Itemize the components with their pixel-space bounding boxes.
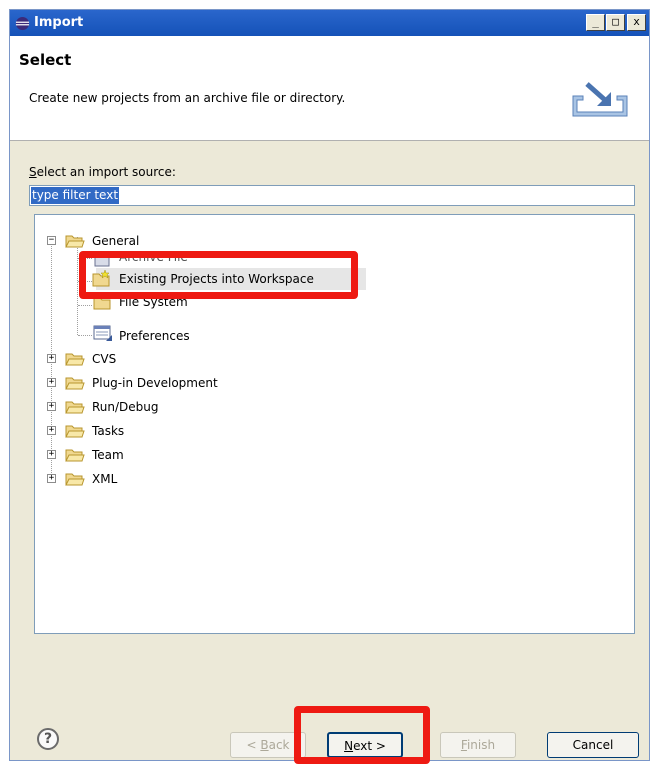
tree-node-cvs[interactable]: CVS: [92, 348, 116, 370]
wizard-header: Select Create new projects from an archi…: [10, 36, 649, 141]
title-bar[interactable]: Import _ □ x: [10, 10, 649, 36]
folder-icon: [65, 449, 85, 462]
back-rest: ack: [268, 738, 290, 752]
expand-toggle[interactable]: +: [47, 402, 56, 411]
label-rest: elect an import source:: [36, 165, 176, 179]
import-dialog: Import _ □ x Select Create new projects …: [9, 9, 650, 761]
maximize-button[interactable]: □: [606, 14, 625, 31]
close-button[interactable]: x: [627, 14, 646, 31]
filter-input[interactable]: type filter text: [29, 185, 635, 206]
folder-icon: [65, 377, 85, 390]
folder-icon: [65, 235, 85, 248]
tree-node-team[interactable]: Team: [92, 444, 124, 466]
tree-node-xml[interactable]: XML: [92, 468, 117, 490]
folder-icon: [65, 353, 85, 366]
finish-button: Finish: [440, 732, 516, 758]
collapse-toggle[interactable]: −: [47, 236, 56, 245]
tree-node-plugin-development[interactable]: Plug-in Development: [92, 372, 218, 394]
back-prefix: <: [246, 738, 261, 752]
help-icon[interactable]: ?: [37, 728, 59, 750]
back-mnemonic: B: [260, 738, 269, 752]
highlight-next-button: [294, 706, 430, 764]
tree-node-preferences[interactable]: Preferences: [119, 325, 190, 347]
page-title: Select: [19, 51, 72, 69]
preferences-icon: [93, 325, 112, 341]
tree-line: [77, 237, 78, 335]
expand-toggle[interactable]: +: [47, 354, 56, 363]
eclipse-icon: [15, 16, 30, 31]
finish-rest: inish: [466, 738, 496, 752]
folder-icon: [65, 401, 85, 414]
highlight-existing-projects: [79, 251, 358, 299]
tree-node-tasks[interactable]: Tasks: [92, 420, 124, 442]
folder-icon: [65, 425, 85, 438]
expand-toggle[interactable]: +: [47, 474, 56, 483]
expand-toggle[interactable]: +: [47, 426, 56, 435]
tree-node-run-debug[interactable]: Run/Debug: [92, 396, 159, 418]
page-description: Create new projects from an archive file…: [29, 91, 346, 105]
label-mnemonic: S: [29, 165, 37, 179]
tree-line: [78, 305, 92, 306]
import-source-label: Select an import source:: [29, 165, 176, 179]
import-wizard-icon: [572, 82, 628, 117]
expand-toggle[interactable]: +: [47, 450, 56, 459]
cancel-button[interactable]: Cancel: [547, 732, 639, 758]
tree-line: [78, 335, 92, 336]
expand-toggle[interactable]: +: [47, 378, 56, 387]
filter-text: type filter text: [31, 187, 120, 204]
window-title: Import: [34, 15, 84, 30]
minimize-button[interactable]: _: [586, 14, 605, 31]
folder-icon: [65, 473, 85, 486]
